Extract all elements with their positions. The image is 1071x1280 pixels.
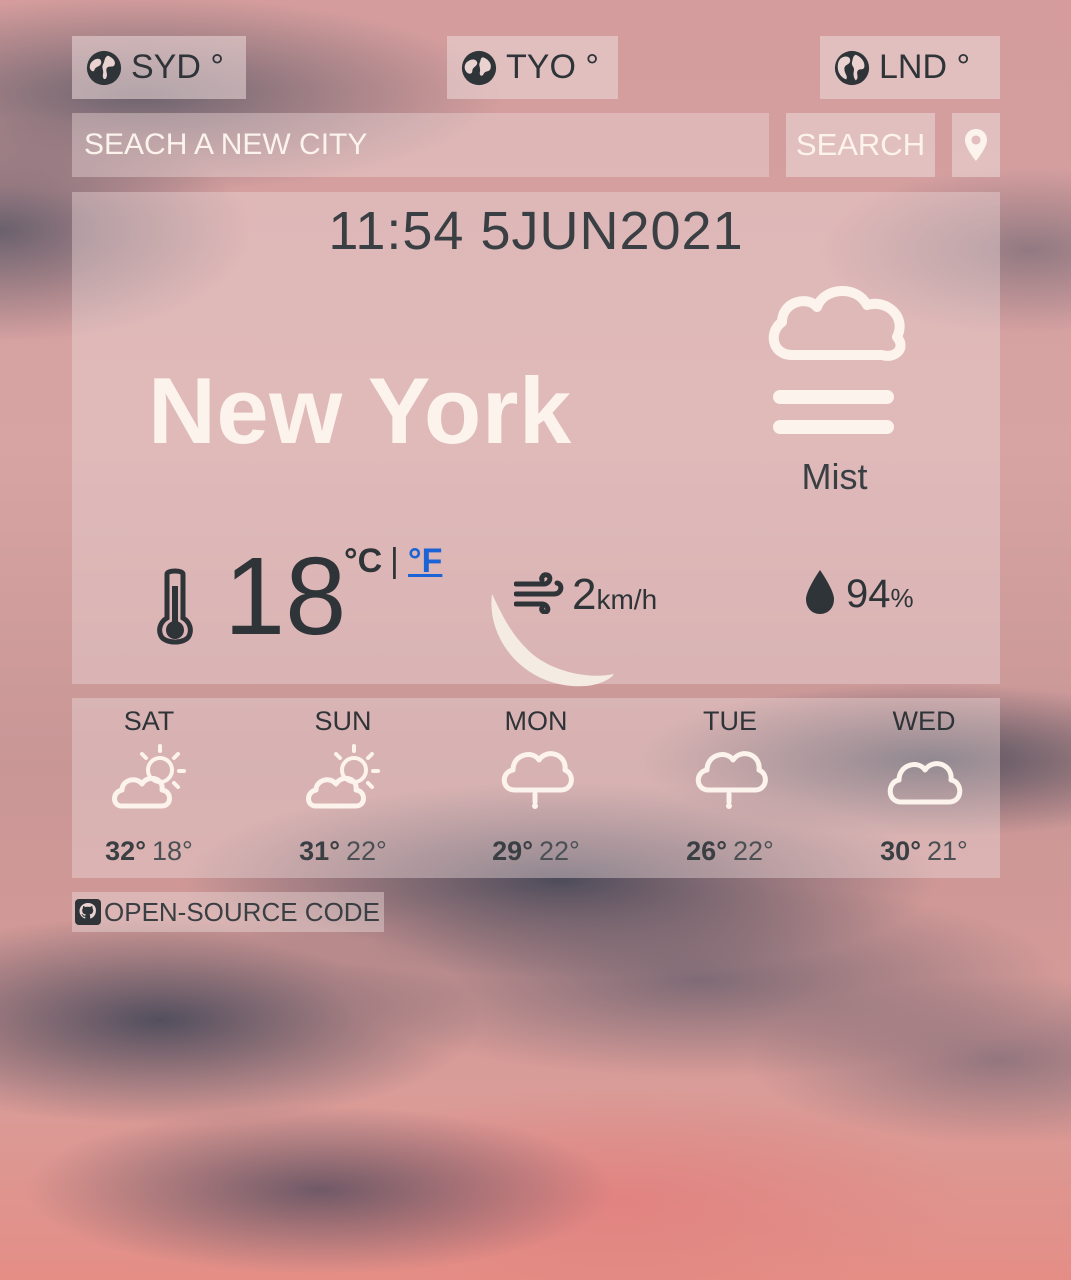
forecast-high: 29°	[492, 836, 533, 866]
humidity-drop-icon	[806, 570, 834, 614]
globe-icon	[834, 50, 870, 85]
city-chip-lnd[interactable]: LND °	[820, 36, 1000, 99]
mist-icon	[768, 286, 906, 434]
forecast-day-name: WED	[892, 706, 956, 736]
city-chip-tyo[interactable]: TYO °	[447, 36, 618, 99]
open-source-link[interactable]: OPEN-SOURCE CODE	[72, 892, 384, 932]
moon-icon	[491, 594, 614, 687]
cloud-icon	[887, 761, 963, 805]
forecast-low: 18°	[152, 836, 193, 866]
forecast-low: 22°	[346, 836, 387, 866]
city-search-input[interactable]	[72, 113, 769, 177]
forecast-day-name: SAT	[123, 706, 175, 736]
forecast-temps: 26° 22°	[655, 836, 805, 867]
partly-sunny-icon	[306, 744, 380, 809]
forecast-low: 22°	[733, 836, 774, 866]
city-chip-syd[interactable]: SYD °	[72, 36, 246, 99]
condition-label: Mist	[801, 456, 868, 497]
forecast-temps: 30° 21°	[849, 836, 999, 867]
humidity-unit: %	[890, 583, 914, 613]
rain-cloud-icon	[501, 751, 574, 809]
github-icon	[75, 899, 101, 925]
forecast-low: 22°	[539, 836, 580, 866]
forecast-temps: 31° 22°	[268, 836, 418, 867]
city-chip-label: LND °	[879, 48, 971, 86]
forecast-high: 26°	[686, 836, 727, 866]
forecast-day: SUN 31° 22°	[268, 698, 418, 878]
forecast-strip: SAT 32° 18° SUN 31° 22° MON 29° 22° TUE …	[72, 698, 1000, 878]
forecast-temps: 32° 18°	[74, 836, 224, 867]
unit-celsius[interactable]: °C	[344, 542, 382, 581]
forecast-temps: 29° 22°	[461, 836, 611, 867]
search-button[interactable]: SEARCH	[786, 113, 935, 177]
forecast-high: 30°	[880, 836, 921, 866]
open-source-label: OPEN-SOURCE CODE	[104, 896, 380, 927]
unit-separator: |	[390, 542, 399, 580]
rain-cloud-icon	[695, 751, 768, 809]
forecast-day: TUE 26° 22°	[655, 698, 805, 878]
locate-button[interactable]	[952, 113, 1000, 177]
forecast-day: SAT 32° 18°	[74, 698, 224, 878]
humidity: 94%	[846, 572, 914, 617]
forecast-high: 32°	[105, 836, 146, 866]
partly-sunny-icon	[112, 744, 186, 809]
city-chip-label: TYO °	[506, 48, 599, 86]
forecast-low: 21°	[927, 836, 968, 866]
forecast-day: WED 30° 21°	[849, 698, 999, 878]
humidity-value: 94	[846, 572, 891, 616]
forecast-day-name: MON	[504, 706, 568, 736]
forecast-day-name: SUN	[314, 706, 372, 736]
temperature-value: 18	[224, 535, 347, 658]
city-name: New York	[148, 358, 572, 463]
forecast-high: 31°	[299, 836, 340, 866]
globe-icon	[461, 50, 497, 85]
thermometer-icon	[157, 568, 193, 645]
forecast-day: MON 29° 22°	[461, 698, 611, 878]
city-chip-label: SYD °	[131, 48, 224, 86]
globe-icon	[86, 50, 122, 85]
forecast-day-name: TUE	[703, 706, 757, 736]
date-time: 11:54 5JUN2021	[328, 201, 744, 261]
unit-fahrenheit-link[interactable]: °F	[408, 542, 442, 581]
location-pin-icon	[965, 129, 987, 161]
